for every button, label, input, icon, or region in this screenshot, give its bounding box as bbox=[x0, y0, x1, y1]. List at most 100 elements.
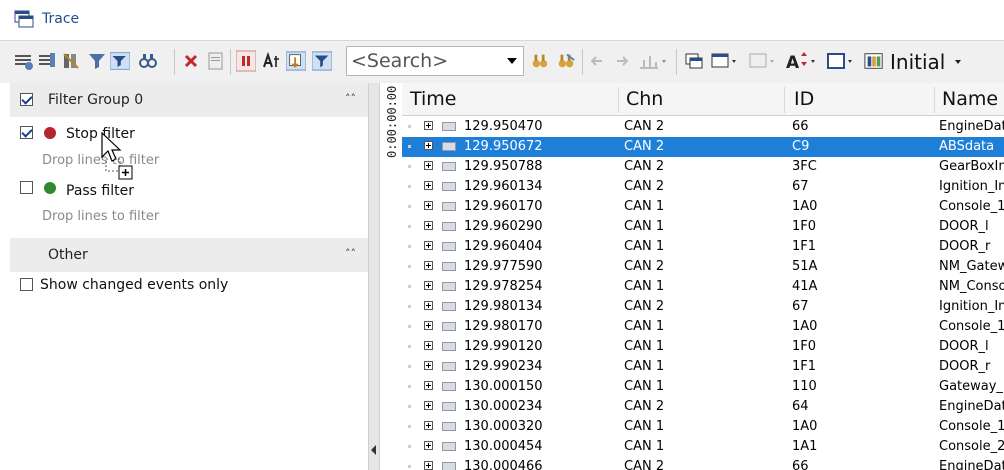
table-row[interactable]: 129.990120 CAN 1 1F0 DOOR_l bbox=[402, 337, 1004, 357]
pause-icon[interactable] bbox=[236, 50, 256, 72]
cell-time: 129.990120 bbox=[464, 339, 543, 354]
table-row[interactable]: 129.950470 CAN 2 66 EngineData bbox=[402, 117, 1004, 137]
columns-icon[interactable] bbox=[62, 50, 82, 72]
expand-icon[interactable] bbox=[424, 381, 433, 390]
cell-chn: CAN 2 bbox=[624, 139, 665, 154]
cell-time: 129.980170 bbox=[464, 319, 543, 334]
color-icon[interactable] bbox=[826, 50, 856, 72]
row-marker-icon bbox=[408, 425, 411, 428]
search-input[interactable] bbox=[351, 50, 501, 72]
pass-filter-checkbox[interactable] bbox=[20, 181, 33, 194]
other-group-header[interactable]: Other ˄˄ bbox=[10, 238, 368, 272]
expand-icon[interactable] bbox=[424, 401, 433, 410]
table-row[interactable]: 130.000234 CAN 2 64 EngineData bbox=[402, 397, 1004, 417]
table-row[interactable]: 129.950672 CAN 2 C9 ABSdata bbox=[402, 137, 1004, 157]
table-row[interactable]: 130.000454 CAN 1 1A1 Console_2 bbox=[402, 437, 1004, 457]
expand-icon[interactable] bbox=[424, 461, 433, 470]
column-header-chn[interactable]: Chn bbox=[626, 88, 663, 110]
table-row[interactable]: 129.977590 CAN 2 51A NM_Gateway bbox=[402, 257, 1004, 277]
collapse-icon[interactable]: ˄˄ bbox=[345, 247, 356, 260]
expand-icon[interactable] bbox=[424, 421, 433, 430]
cell-name: DOOR_l bbox=[939, 339, 989, 354]
expand-icon[interactable] bbox=[424, 141, 433, 150]
collapse-icon[interactable]: ˄˄ bbox=[345, 92, 356, 105]
toolbar: A Initial bbox=[0, 40, 1004, 84]
table-row[interactable]: 129.978254 CAN 1 41A NM_Console bbox=[402, 277, 1004, 297]
message-icon bbox=[442, 122, 456, 131]
drag-cursor-icon bbox=[101, 131, 133, 180]
expand-icon[interactable] bbox=[424, 181, 433, 190]
table-row[interactable]: 130.000320 CAN 1 1A0 Console_1 bbox=[402, 417, 1004, 437]
expand-icon[interactable] bbox=[424, 281, 433, 290]
font-size-icon[interactable]: A bbox=[786, 50, 818, 72]
expand-icon[interactable] bbox=[424, 321, 433, 330]
layout-selector[interactable]: Initial bbox=[890, 50, 945, 74]
cell-id: 1A0 bbox=[792, 199, 818, 214]
message-icon bbox=[442, 322, 456, 331]
cell-id: 1A1 bbox=[792, 439, 818, 454]
document-icon[interactable] bbox=[206, 50, 226, 72]
cell-id: 110 bbox=[792, 379, 817, 394]
chevron-down-icon[interactable] bbox=[955, 60, 961, 64]
window-icon[interactable] bbox=[710, 50, 738, 72]
expand-icon[interactable] bbox=[424, 301, 433, 310]
time-mode-icon[interactable] bbox=[262, 50, 282, 72]
filter-group-checkbox[interactable] bbox=[20, 93, 33, 106]
cell-chn: CAN 1 bbox=[624, 219, 665, 234]
expand-icon[interactable] bbox=[424, 221, 433, 230]
expand-icon[interactable] bbox=[424, 121, 433, 130]
cell-id: 1A0 bbox=[792, 319, 818, 334]
table-row[interactable]: 130.000466 CAN 2 66 EngineData bbox=[402, 457, 1004, 470]
stop-filter-checkbox[interactable] bbox=[20, 126, 33, 139]
show-changed-checkbox[interactable] bbox=[20, 278, 33, 291]
filter-clear-icon[interactable] bbox=[110, 50, 130, 72]
back-icon[interactable] bbox=[588, 50, 608, 72]
row-marker-icon bbox=[408, 445, 411, 448]
cell-chn: CAN 1 bbox=[624, 419, 665, 434]
pass-filter-drop-hint[interactable]: Drop lines to filter bbox=[42, 209, 159, 224]
message-icon bbox=[442, 162, 456, 171]
expand-icon[interactable] bbox=[424, 161, 433, 170]
expand-icon[interactable] bbox=[424, 361, 433, 370]
table-row[interactable]: 129.960170 CAN 1 1A0 Console_1 bbox=[402, 197, 1004, 217]
view-icon[interactable] bbox=[748, 50, 776, 72]
find-prev-icon[interactable] bbox=[556, 50, 576, 72]
chevron-down-icon[interactable] bbox=[507, 58, 517, 64]
column-header-name[interactable]: Name bbox=[942, 88, 998, 110]
chart-icon[interactable] bbox=[638, 50, 668, 72]
columns-layout-icon[interactable] bbox=[864, 50, 884, 72]
filter-group-header[interactable]: Filter Group 0 ˄˄ bbox=[10, 83, 368, 117]
panel-splitter[interactable] bbox=[368, 83, 380, 470]
binoculars-icon[interactable] bbox=[138, 50, 158, 72]
table-row[interactable]: 129.960134 CAN 2 67 Ignition_Info bbox=[402, 177, 1004, 197]
expand-icon[interactable] bbox=[424, 201, 433, 210]
table-row[interactable]: 129.980170 CAN 1 1A0 Console_1 bbox=[402, 317, 1004, 337]
column-header-id[interactable]: ID bbox=[794, 88, 814, 110]
search-combobox[interactable] bbox=[346, 46, 524, 76]
config-filter-icon[interactable] bbox=[14, 50, 34, 72]
expand-icon[interactable] bbox=[424, 341, 433, 350]
forward-icon[interactable] bbox=[612, 50, 632, 72]
expand-icon[interactable] bbox=[424, 241, 433, 250]
cell-time: 130.000150 bbox=[464, 379, 543, 394]
copy-icon[interactable] bbox=[684, 50, 704, 72]
expand-icon[interactable] bbox=[424, 261, 433, 270]
table-row[interactable]: 129.980134 CAN 2 67 Ignition_Info bbox=[402, 297, 1004, 317]
column-header-time[interactable]: Time bbox=[410, 88, 457, 110]
table-row[interactable]: 129.990234 CAN 1 1F1 DOOR_r bbox=[402, 357, 1004, 377]
scroll-lock-icon[interactable] bbox=[286, 50, 306, 72]
row-marker-icon bbox=[408, 205, 411, 208]
row-marker-icon bbox=[408, 325, 411, 328]
row-marker-icon bbox=[408, 365, 411, 368]
delete-icon[interactable] bbox=[182, 50, 202, 72]
config-icon[interactable] bbox=[38, 50, 58, 72]
table-row[interactable]: 129.960404 CAN 1 1F1 DOOR_r bbox=[402, 237, 1004, 257]
table-row[interactable]: 129.960290 CAN 1 1F0 DOOR_l bbox=[402, 217, 1004, 237]
table-row[interactable]: 130.000150 CAN 1 110 Gateway_1 bbox=[402, 377, 1004, 397]
expand-icon[interactable] bbox=[424, 441, 433, 450]
find-next-icon[interactable] bbox=[530, 50, 550, 72]
filter-funnel-icon[interactable] bbox=[88, 50, 108, 72]
filter-view-icon[interactable] bbox=[312, 50, 332, 72]
table-row[interactable]: 129.950788 CAN 2 3FC GearBoxInfo bbox=[402, 157, 1004, 177]
collapse-left-icon[interactable] bbox=[371, 445, 376, 455]
